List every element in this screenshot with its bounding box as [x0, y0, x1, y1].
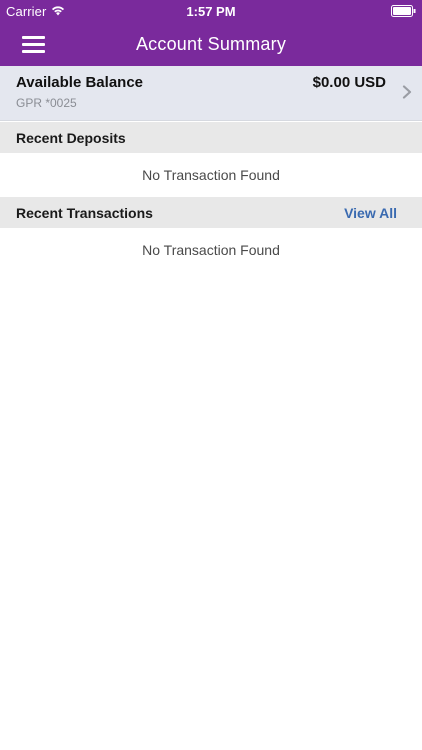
- recent-deposits-title: Recent Deposits: [16, 130, 126, 146]
- deposits-empty-message: No Transaction Found: [142, 167, 280, 183]
- status-bar: Carrier 1:57 PM: [0, 0, 422, 22]
- account-number: GPR *0025: [16, 96, 77, 110]
- view-all-link[interactable]: View All: [344, 205, 397, 221]
- battery-icon: [391, 5, 416, 17]
- recent-transactions-title: Recent Transactions: [16, 205, 153, 221]
- recent-deposits-header: Recent Deposits: [0, 122, 422, 153]
- available-balance-label: Available Balance: [16, 74, 144, 91]
- recent-transactions-header: Recent Transactions View All: [0, 197, 422, 228]
- balance-amount: $0.00 USD: [312, 74, 386, 91]
- page-title: Account Summary: [135, 34, 287, 54]
- chevron-right-icon: [402, 85, 412, 99]
- status-time: 1:57 PM: [186, 4, 236, 19]
- transactions-empty-message: No Transaction Found: [142, 242, 280, 258]
- available-balance-row[interactable]: Available Balance GPR *0025 $0.00 USD: [0, 66, 422, 121]
- navigation-bar: Account Summary: [0, 22, 422, 66]
